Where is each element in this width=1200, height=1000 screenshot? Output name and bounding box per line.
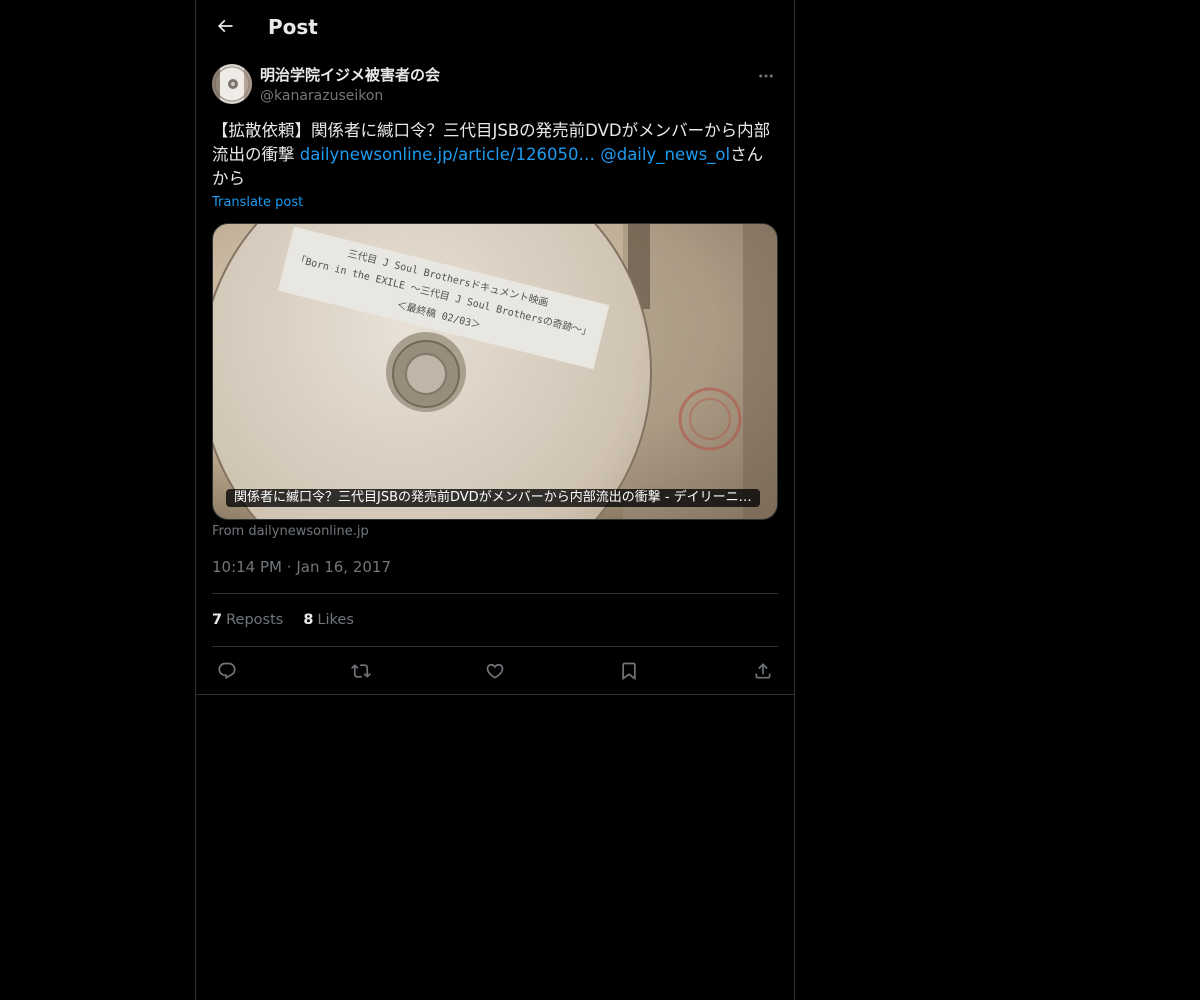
- share-button[interactable]: [748, 656, 778, 686]
- reply-icon: [218, 662, 236, 680]
- disc-avatar: [212, 64, 252, 104]
- bookmark-button[interactable]: [614, 656, 644, 686]
- timestamp-separator: ·: [286, 558, 292, 576]
- back-button[interactable]: [208, 9, 242, 43]
- author-handle[interactable]: @kanarazuseikon: [260, 86, 383, 106]
- divider: [196, 694, 794, 695]
- likes-stat[interactable]: 8 Likes: [303, 610, 354, 630]
- reply-button[interactable]: [212, 656, 242, 686]
- repost-icon: [351, 664, 371, 678]
- bookmark-icon: [622, 662, 636, 681]
- card-source[interactable]: From dailynewsonline.jp: [212, 523, 369, 541]
- repost-button[interactable]: [346, 656, 376, 686]
- share-icon: [755, 663, 771, 679]
- post-date: Jan 16, 2017: [296, 558, 392, 576]
- post-stats: 7 Reposts 8 Likes: [212, 610, 354, 630]
- page-title: Post: [268, 15, 318, 39]
- link-card[interactable]: 三代目 J Soul Brothersドキュメント映画 「Born in the…: [212, 223, 778, 520]
- more-dots-icon: [759, 74, 773, 78]
- reposts-stat[interactable]: 7 Reposts: [212, 610, 283, 630]
- post-time: 10:14 PM: [212, 558, 282, 576]
- likes-label: Likes: [317, 612, 354, 628]
- post-author: 明治学院イジメ被害者の会 @kanarazuseikon: [212, 64, 778, 108]
- reposts-label: Reposts: [226, 612, 284, 628]
- divider: [212, 593, 778, 594]
- action-bar: [212, 656, 778, 686]
- more-options-button[interactable]: [754, 64, 778, 88]
- like-button[interactable]: [480, 656, 510, 686]
- divider: [212, 646, 778, 647]
- author-display-name[interactable]: 明治学院イジメ被害者の会: [260, 65, 440, 85]
- like-icon: [486, 663, 504, 679]
- likes-count: 8: [303, 612, 314, 628]
- reposts-count: 7: [212, 612, 223, 628]
- post-column: Post 明治学院イジメ被害者の会 @kanarazuseikon 【拡散依頼】…: [195, 0, 795, 1000]
- post-text: 【拡散依頼】関係者に緘口令？三代目JSBの発売前DVDがメンバーから内部流出の衝…: [212, 119, 778, 191]
- card-image: 三代目 J Soul Brothersドキュメント映画 「Born in the…: [213, 224, 777, 519]
- translate-post-link[interactable]: Translate post: [212, 194, 303, 212]
- top-bar: Post: [196, 0, 794, 54]
- card-caption: 関係者に緘口令？三代目JSBの発売前DVDがメンバーから内部流出の衝撃 - デイ…: [226, 489, 760, 507]
- post-link[interactable]: dailynewsonline.jp/article/126050…: [300, 145, 595, 164]
- post-timestamp[interactable]: 10:14 PM · Jan 16, 2017: [212, 556, 391, 578]
- post-mention[interactable]: @daily_news_ol: [600, 145, 730, 164]
- arrow-left-icon: [217, 19, 233, 33]
- avatar[interactable]: [212, 64, 252, 104]
